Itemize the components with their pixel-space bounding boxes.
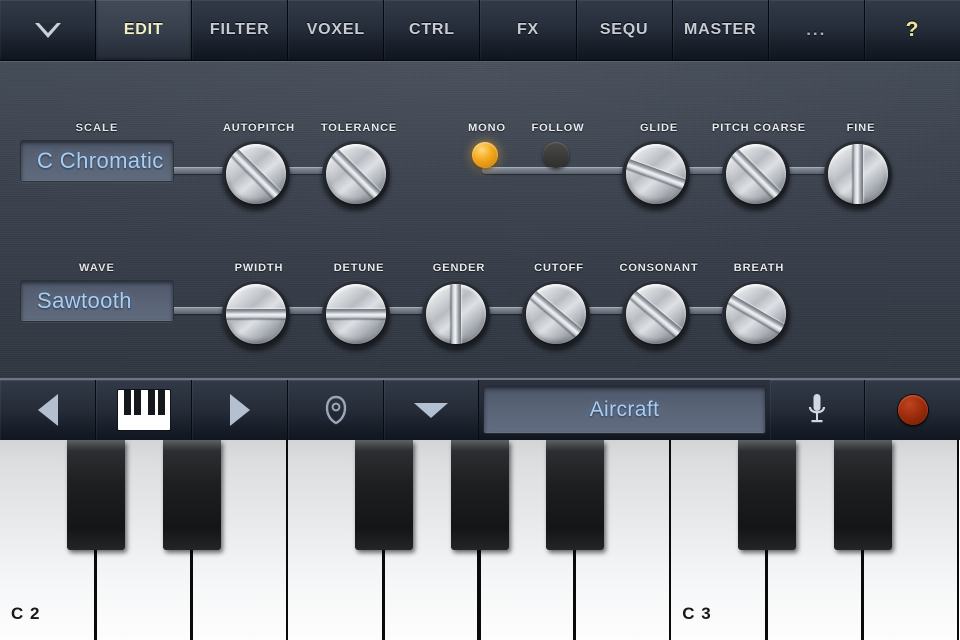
preset-name: Aircraft — [589, 398, 660, 421]
key-divider — [766, 550, 769, 640]
knob-dial[interactable] — [722, 140, 790, 208]
key-divider — [862, 550, 865, 640]
knob-dial[interactable] — [722, 280, 790, 348]
key-divider — [94, 550, 97, 640]
octave-label: C 2 — [11, 604, 41, 623]
knob-indicator — [729, 147, 783, 201]
preset-name-field[interactable]: Aircraft — [483, 386, 766, 434]
tab-more[interactable]: ... — [768, 0, 865, 60]
scale-value-field[interactable]: C Chromatic — [20, 140, 174, 182]
knob-indicator — [527, 288, 585, 340]
knob-dial[interactable] — [222, 140, 290, 208]
record-dot-icon — [897, 395, 928, 425]
black-key[interactable] — [162, 440, 221, 550]
panel-row-pitch: SCALE C Chromatic AUTOPITCH TOLERANCE MO… — [0, 122, 960, 242]
black-key[interactable] — [354, 440, 413, 550]
arrow-left-icon — [37, 394, 58, 426]
knob-dial[interactable] — [824, 140, 892, 208]
black-key[interactable] — [546, 440, 605, 550]
black-key[interactable] — [450, 440, 509, 550]
black-key[interactable] — [834, 440, 893, 550]
octave-label: C 3 — [682, 604, 712, 623]
knob-indicator — [329, 147, 383, 201]
knob-indicator — [229, 147, 283, 201]
edit-panel: SCALE C Chromatic AUTOPITCH TOLERANCE MO… — [0, 61, 960, 378]
arrow-right-icon — [229, 394, 250, 426]
prev-preset-button[interactable] — [0, 380, 96, 440]
record-button[interactable] — [865, 380, 960, 440]
preset-dropdown-button[interactable] — [384, 380, 479, 440]
knob-label: BREATH — [733, 262, 785, 274]
black-key[interactable] — [738, 440, 797, 550]
wave-value: Sawtooth — [37, 288, 132, 313]
knob-label: FINE — [846, 122, 876, 134]
key-divider — [478, 550, 481, 640]
chevron-down-icon — [414, 402, 448, 418]
tab-label: MASTER — [684, 21, 757, 38]
knob-dial[interactable] — [622, 140, 690, 208]
tab-label: FX — [516, 21, 540, 38]
next-preset-button[interactable] — [192, 380, 288, 440]
piano-keys-icon — [117, 390, 170, 430]
tab-help[interactable]: ? — [864, 0, 960, 60]
tab-label: SEQU — [599, 21, 649, 38]
tab-filter[interactable]: FILTER — [192, 0, 289, 60]
tab-sequ[interactable]: SEQU — [576, 0, 673, 60]
tab-label: CTRL — [408, 21, 455, 38]
toggle-label: FOLLOW — [531, 122, 585, 134]
tab-fx[interactable]: FX — [480, 0, 577, 60]
tab-label: ... — [806, 20, 827, 39]
follow-led[interactable] — [543, 142, 569, 168]
knob-indicator — [626, 158, 686, 190]
tab-master[interactable]: MASTER — [672, 0, 769, 60]
preset-browser-button[interactable] — [288, 380, 384, 440]
black-key[interactable] — [66, 440, 125, 550]
key-divider — [190, 550, 193, 640]
microphone-icon — [808, 394, 826, 423]
knob-indicator — [451, 284, 461, 344]
panel-row-wave: WAVE Sawtooth PWIDTH DETUNE GENDER CUTOF… — [0, 262, 960, 378]
knob-dial[interactable] — [522, 280, 590, 348]
tab-menu[interactable] — [0, 0, 97, 60]
tab-ctrl[interactable]: CTRL — [384, 0, 481, 60]
piano-keyboard[interactable]: C 2 C 3 — [0, 440, 960, 640]
key-divider — [382, 550, 385, 640]
key-divider — [574, 550, 577, 640]
knob-dial[interactable] — [622, 280, 690, 348]
triangle-down-icon — [34, 22, 61, 38]
knob-indicator — [627, 288, 685, 340]
keyboard-toggle-button[interactable] — [96, 380, 192, 440]
knob-indicator — [726, 293, 786, 335]
knob-dial[interactable] — [422, 280, 490, 348]
tab-label: EDIT — [123, 21, 164, 38]
knob-dial[interactable] — [222, 280, 290, 348]
scale-label: SCALE — [75, 122, 119, 134]
bottom-toolbar: Aircraft — [0, 378, 960, 440]
synth-app: EDIT FILTER VOXEL CTRL FX SEQU MASTER...? SCAL… — [0, 0, 960, 640]
microphone-button[interactable] — [770, 380, 865, 440]
knob-dial[interactable] — [322, 140, 390, 208]
tab-label: VOXEL — [306, 21, 365, 38]
top-tab-bar: EDIT FILTER VOXEL CTRL FX SEQU MASTER...? — [0, 0, 960, 61]
knob-indicator — [326, 309, 386, 319]
knob-indicator — [853, 144, 863, 204]
knob-dial[interactable] — [322, 280, 390, 348]
keyhole-icon — [325, 395, 346, 425]
tab-label: FILTER — [209, 21, 270, 38]
tab-voxel[interactable]: VOXEL — [288, 0, 385, 60]
wave-label: WAVE — [79, 262, 115, 274]
knob-label: TOLERANCE — [320, 122, 398, 134]
wave-value-field[interactable]: Sawtooth — [20, 280, 174, 322]
mono-led[interactable] — [472, 142, 498, 168]
tab-edit[interactable]: EDIT — [96, 0, 193, 60]
knob-indicator — [226, 309, 286, 319]
tab-label: ? — [905, 18, 920, 41]
scale-value: C Chromatic — [37, 148, 164, 173]
